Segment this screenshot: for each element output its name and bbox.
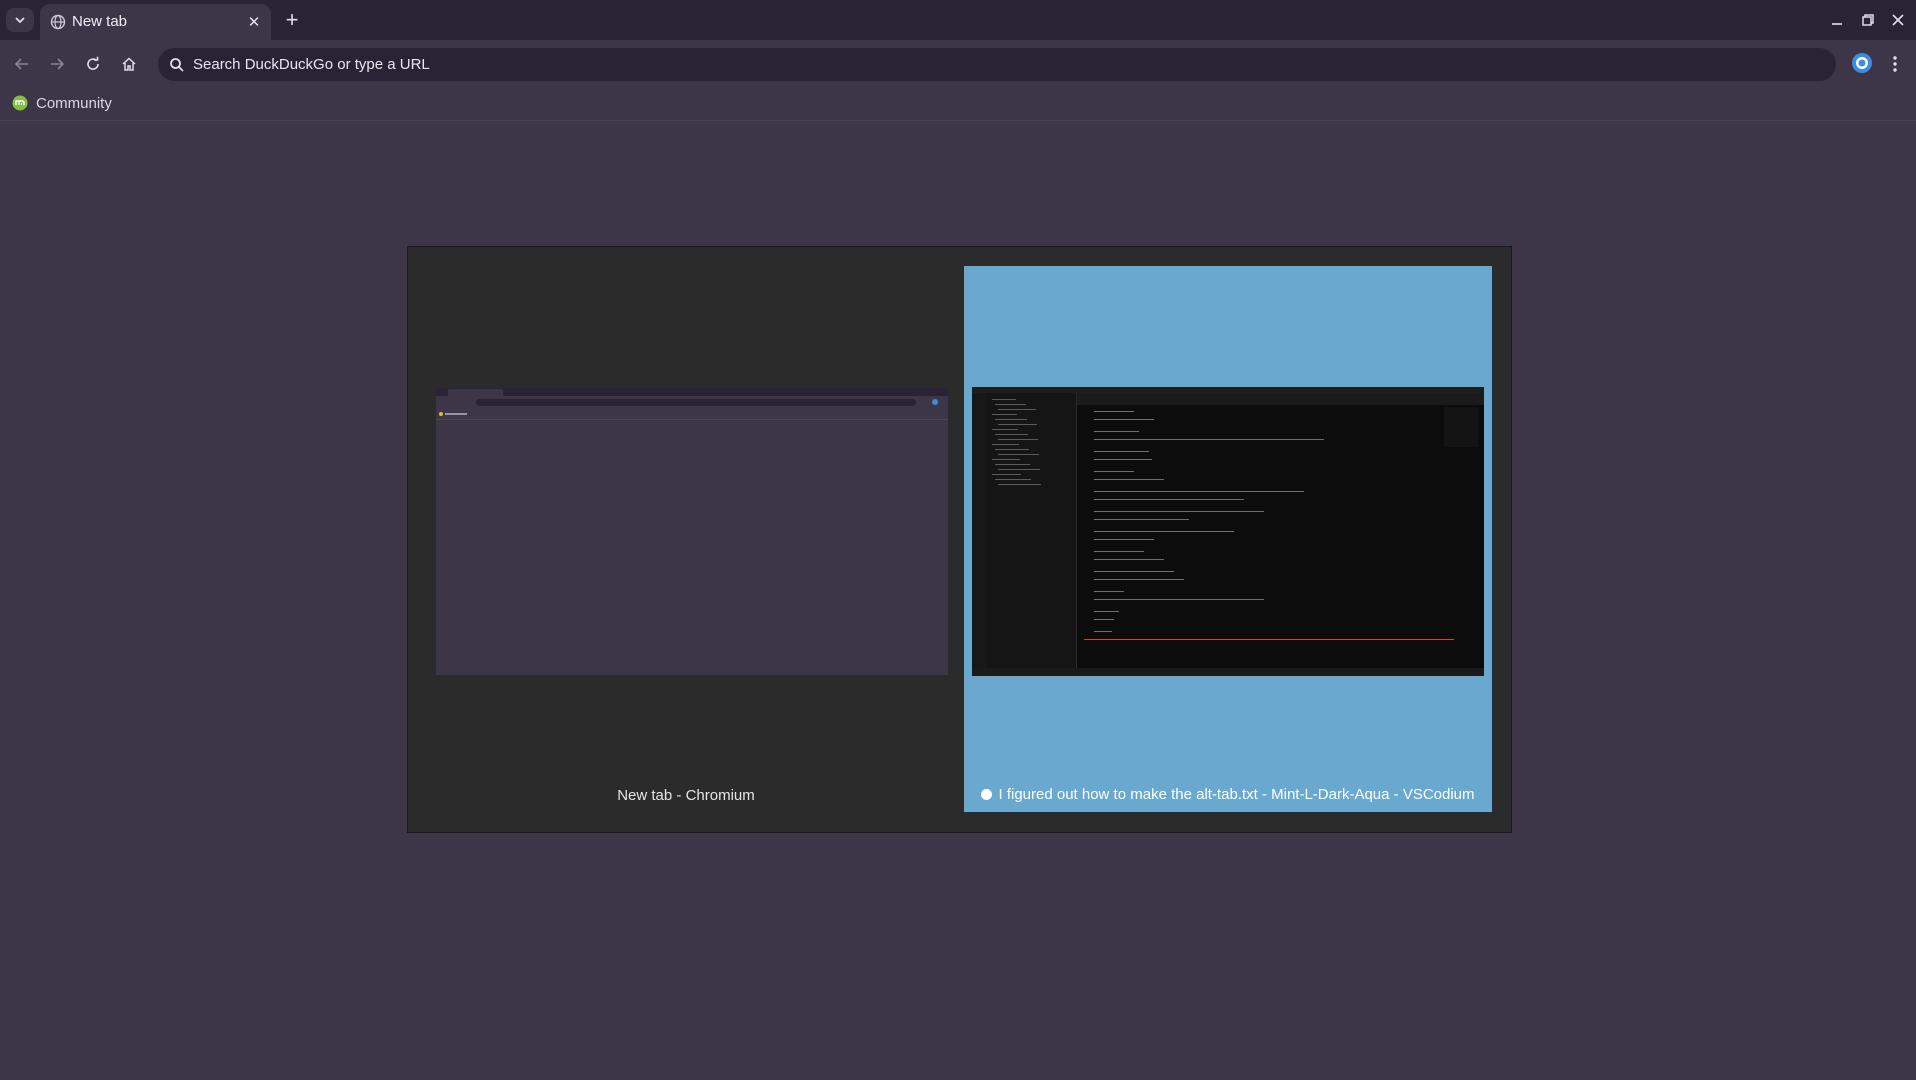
thumb-code-line xyxy=(1094,539,1154,540)
thumb-explorer-item xyxy=(998,454,1039,455)
thumb-explorer-item xyxy=(995,419,1027,420)
thumb-code-line xyxy=(1094,499,1244,500)
tab-title: New tab xyxy=(72,13,128,30)
thumb-code-line xyxy=(1094,611,1119,612)
thumb-bookmark-icon xyxy=(439,412,443,416)
window-switcher: New tab - Chromium I figured out how to … xyxy=(407,246,1512,833)
thumb-code-line xyxy=(1094,479,1164,480)
thumb-code-line xyxy=(1094,559,1164,560)
tab-new-tab[interactable]: New tab ✕ xyxy=(40,4,271,40)
arrow-right-icon xyxy=(51,58,65,70)
minimize-icon xyxy=(1832,23,1842,25)
thumb-address-bar xyxy=(476,399,916,406)
thumb-explorer-item xyxy=(998,484,1041,485)
home-icon xyxy=(122,57,136,71)
thumb-code-line xyxy=(1094,519,1189,520)
bookmarks-bar: Community xyxy=(0,86,1916,121)
thumb-explorer-item xyxy=(992,474,1021,475)
bookmark-label: Community xyxy=(36,94,112,112)
window-caption-chromium: New tab - Chromium xyxy=(617,787,755,804)
thumb-code-line xyxy=(1094,591,1124,592)
close-icon[interactable]: ✕ xyxy=(245,13,263,31)
minimize-button[interactable] xyxy=(1822,8,1852,32)
close-icon xyxy=(1892,14,1904,26)
thumb-code-line xyxy=(1094,579,1184,580)
thumb-activity-bar xyxy=(972,393,986,676)
thumb-explorer-item xyxy=(992,414,1017,415)
address-bar[interactable]: Search DuckDuckGo or type a URL xyxy=(158,48,1836,81)
thumb-explorer-item xyxy=(995,464,1030,465)
thumb-code-line xyxy=(1094,411,1134,412)
toolbar: Search DuckDuckGo or type a URL xyxy=(0,40,1916,86)
thumb-explorer-item xyxy=(995,404,1026,405)
thumb-highlight-line xyxy=(1084,639,1454,640)
restore-icon xyxy=(1862,14,1874,26)
thumb-status-bar xyxy=(972,668,1484,676)
thumb-code-line xyxy=(1094,491,1304,492)
thumb-explorer-item xyxy=(992,429,1018,430)
thumb-explorer-item xyxy=(998,439,1038,440)
thumb-code-line xyxy=(1094,599,1264,600)
window-caption-vscodium: I figured out how to make the alt-tab.tx… xyxy=(964,786,1492,803)
thumb-tab xyxy=(448,389,503,396)
arrow-left-icon xyxy=(14,58,28,70)
thumb-code-line xyxy=(1094,571,1174,572)
thumb-code-line xyxy=(1094,419,1154,420)
unsaved-dot-icon xyxy=(981,789,993,800)
address-bar-placeholder: Search DuckDuckGo or type a URL xyxy=(193,56,430,73)
thumb-editor-tabs xyxy=(1077,393,1484,405)
search-icon xyxy=(170,58,184,72)
thumb-explorer-item xyxy=(995,479,1031,480)
thumb-code-line xyxy=(1094,451,1149,452)
thumb-code-line xyxy=(1094,631,1112,632)
thumb-explorer-item xyxy=(992,444,1019,445)
restore-button[interactable] xyxy=(1853,8,1883,32)
thumb-minimap xyxy=(1444,407,1478,447)
thumb-explorer-item xyxy=(998,469,1040,470)
thumb-bookmark-label xyxy=(445,413,467,415)
thumb-code-line xyxy=(1094,511,1264,512)
globe-icon xyxy=(50,14,66,30)
thumb-explorer-item xyxy=(998,424,1037,425)
thumb-explorer-item xyxy=(995,449,1029,450)
thumb-code-line xyxy=(1094,431,1139,432)
forward-button[interactable] xyxy=(43,50,71,78)
thumb-code-line xyxy=(1094,459,1152,460)
thumb-code-line xyxy=(1094,531,1234,532)
window-caption-text: I figured out how to make the alt-tab.tx… xyxy=(998,786,1475,803)
window-thumbnail-vscodium xyxy=(972,387,1484,676)
reload-button[interactable] xyxy=(79,50,107,78)
thumb-explorer-item xyxy=(995,434,1028,435)
thumb-line-numbers xyxy=(1077,405,1089,665)
reload-icon xyxy=(87,56,99,70)
back-button[interactable] xyxy=(8,50,36,78)
home-button[interactable] xyxy=(115,50,143,78)
thumb-extension-icon xyxy=(932,399,938,405)
thumb-code-line xyxy=(1094,471,1134,472)
close-window-button[interactable] xyxy=(1883,8,1913,32)
thumb-explorer-item xyxy=(992,459,1020,460)
thumb-code-line xyxy=(1094,551,1144,552)
extension-icon[interactable] xyxy=(1851,52,1873,74)
window-thumbnail-chromium[interactable] xyxy=(436,388,948,675)
thumb-explorer-item xyxy=(992,399,1016,400)
more-vertical-icon xyxy=(1893,56,1897,72)
new-tab-button[interactable]: + xyxy=(278,7,306,32)
tab-strip: New tab ✕ + xyxy=(0,0,1916,40)
browser-menu-button[interactable] xyxy=(1888,52,1902,76)
thumb-code-line xyxy=(1094,439,1324,440)
chevron-down-icon xyxy=(15,17,25,24)
thumb-code-line xyxy=(1094,619,1114,620)
bookmark-community[interactable]: Community xyxy=(12,90,112,116)
community-icon xyxy=(12,95,28,111)
thumb-explorer-item xyxy=(998,409,1036,410)
thumb-tabstrip xyxy=(436,388,948,396)
tab-search-button[interactable] xyxy=(6,8,34,32)
thumb-explorer xyxy=(986,393,1077,676)
window-tile-vscodium-selected[interactable]: I figured out how to make the alt-tab.tx… xyxy=(964,266,1492,812)
thumb-divider xyxy=(436,419,948,420)
